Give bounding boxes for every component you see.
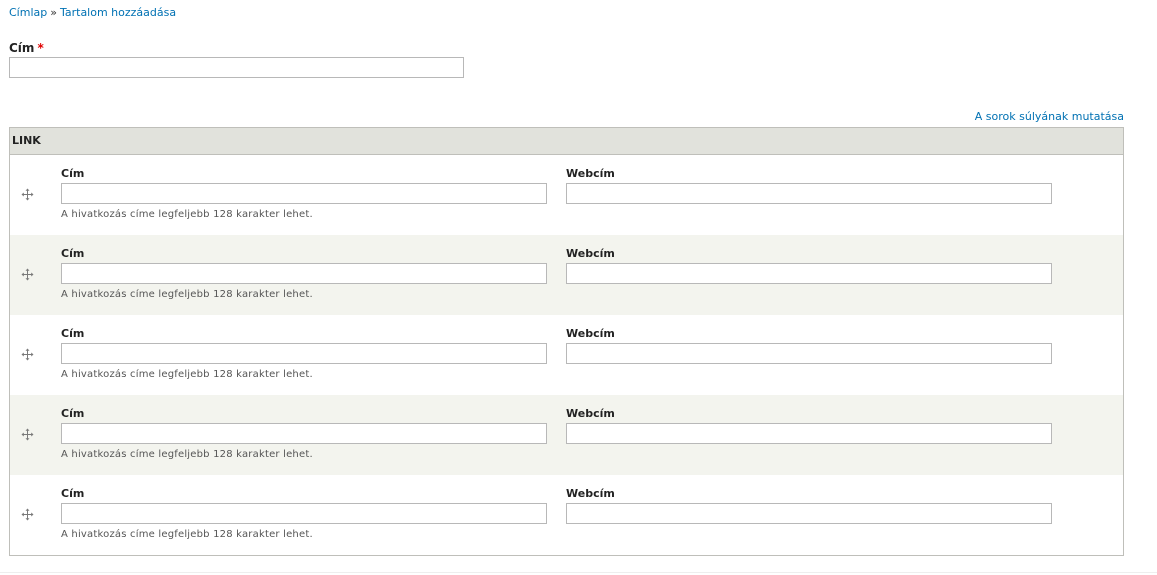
link-title-field: Cím A hivatkozás címe legfeljebb 128 kar… — [61, 326, 547, 380]
breadcrumb-home-link[interactable]: Címlap — [9, 6, 47, 19]
link-title-description: A hivatkozás címe legfeljebb 128 karakte… — [61, 449, 313, 460]
link-url-input[interactable] — [566, 423, 1052, 444]
link-title-description: A hivatkozás címe legfeljebb 128 karakte… — [61, 289, 313, 300]
link-table: LINK Cím A hivatkozás címe legfeljebb 12… — [9, 127, 1124, 556]
title-input[interactable] — [9, 57, 464, 78]
link-url-input[interactable] — [566, 343, 1052, 364]
drag-handle-icon[interactable] — [21, 268, 34, 281]
link-title-label: Cím — [61, 247, 85, 260]
link-url-input[interactable] — [566, 263, 1052, 284]
link-url-field: Webcím — [566, 406, 1052, 444]
link-title-label: Cím — [61, 407, 85, 420]
link-title-field: Cím A hivatkozás címe legfeljebb 128 kar… — [61, 406, 547, 460]
link-title-description: A hivatkozás címe legfeljebb 128 karakte… — [61, 529, 313, 540]
link-url-field: Webcím — [566, 326, 1052, 364]
link-url-label: Webcím — [566, 407, 615, 420]
title-field: Cím * — [9, 40, 464, 78]
link-url-input[interactable] — [566, 503, 1052, 524]
required-marker: * — [37, 41, 44, 55]
drag-handle-icon[interactable] — [21, 188, 34, 201]
breadcrumb: Címlap» Tartalom hozzáadása — [9, 6, 176, 19]
page-bottom-divider — [0, 572, 1157, 573]
link-title-description: A hivatkozás címe legfeljebb 128 karakte… — [61, 209, 313, 220]
link-title-input[interactable] — [61, 263, 547, 284]
link-title-input[interactable] — [61, 343, 547, 364]
link-url-field: Webcím — [566, 486, 1052, 524]
link-url-field: Webcím — [566, 166, 1052, 204]
link-title-label: Cím — [61, 167, 85, 180]
title-label: Cím * — [9, 40, 464, 56]
link-table-header: LINK — [10, 128, 1123, 155]
link-title-field: Cím A hivatkozás címe legfeljebb 128 kar… — [61, 486, 547, 540]
link-title-field: Cím A hivatkozás címe legfeljebb 128 kar… — [61, 166, 547, 220]
title-label-text: Cím — [9, 41, 35, 55]
link-row: Cím A hivatkozás címe legfeljebb 128 kar… — [10, 235, 1123, 315]
drag-handle-icon[interactable] — [21, 348, 34, 361]
drag-handle-icon[interactable] — [21, 508, 34, 521]
link-row: Cím A hivatkozás címe legfeljebb 128 kar… — [10, 315, 1123, 395]
link-url-label: Webcím — [566, 327, 615, 340]
link-title-label: Cím — [61, 327, 85, 340]
link-url-field: Webcím — [566, 246, 1052, 284]
link-row: Cím A hivatkozás címe legfeljebb 128 kar… — [10, 155, 1123, 235]
link-title-description: A hivatkozás címe legfeljebb 128 karakte… — [61, 369, 313, 380]
link-title-field: Cím A hivatkozás címe legfeljebb 128 kar… — [61, 246, 547, 300]
breadcrumb-separator: » — [50, 6, 57, 19]
link-title-input[interactable] — [61, 183, 547, 204]
link-title-label: Cím — [61, 487, 85, 500]
link-row: Cím A hivatkozás címe legfeljebb 128 kar… — [10, 475, 1123, 555]
show-row-weights-link[interactable]: A sorok súlyának mutatása — [975, 110, 1124, 123]
link-url-label: Webcím — [566, 167, 615, 180]
link-url-label: Webcím — [566, 247, 615, 260]
link-url-label: Webcím — [566, 487, 615, 500]
link-row: Cím A hivatkozás címe legfeljebb 128 kar… — [10, 395, 1123, 475]
breadcrumb-current-link[interactable]: Tartalom hozzáadása — [60, 6, 176, 19]
link-url-input[interactable] — [566, 183, 1052, 204]
drag-handle-icon[interactable] — [21, 428, 34, 441]
link-title-input[interactable] — [61, 423, 547, 444]
link-title-input[interactable] — [61, 503, 547, 524]
